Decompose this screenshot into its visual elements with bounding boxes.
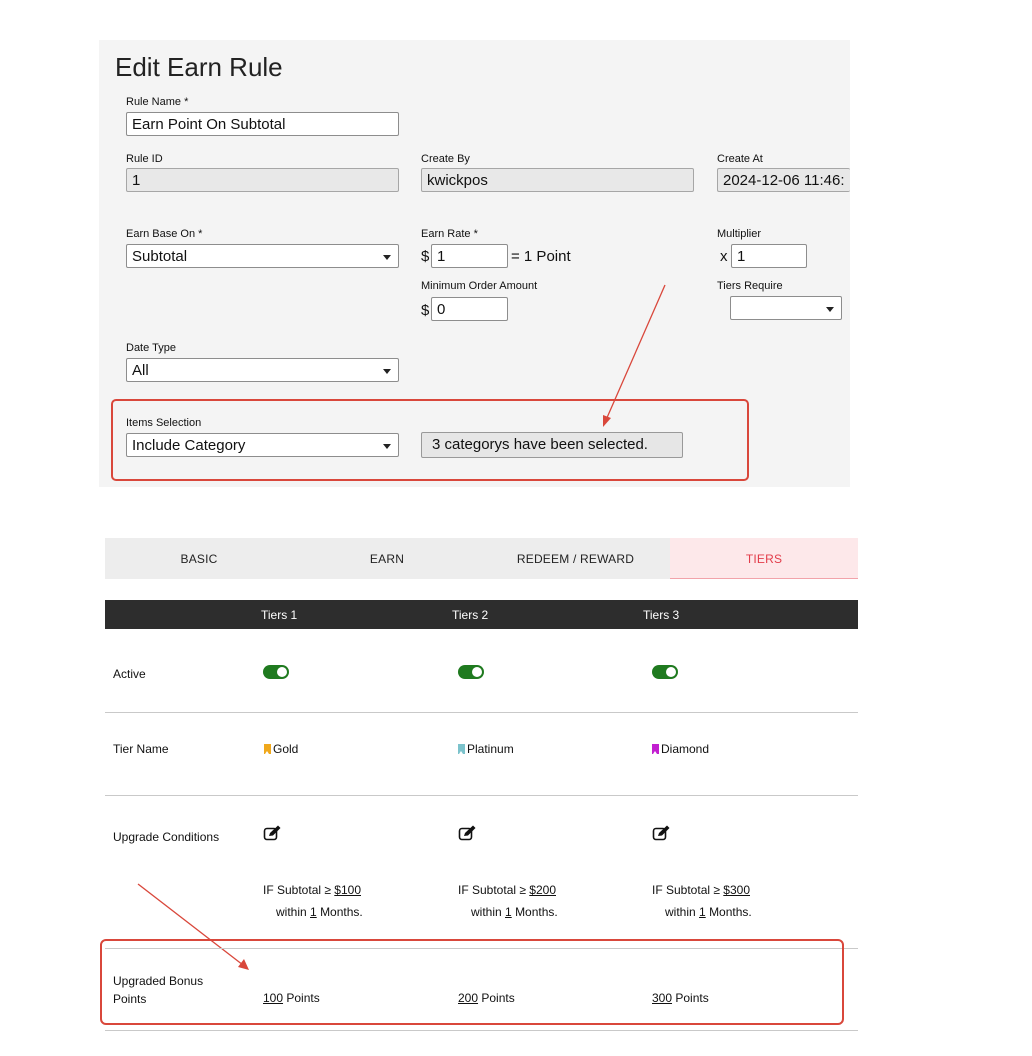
bookmark-icon (458, 744, 465, 754)
within-text: within (471, 905, 502, 919)
tier-1-months-link[interactable]: 1 (310, 905, 317, 919)
tier-2-months-link[interactable]: 1 (505, 905, 512, 919)
tiers-table-header: Tiers 1 Tiers 2 Tiers 3 (105, 600, 858, 629)
tab-earn[interactable]: EARN (293, 538, 481, 579)
header-tier-2: Tiers 2 (452, 608, 489, 622)
tier-2-condition: IF Subtotal ≥ $200 within 1 Months. (458, 879, 558, 923)
tier-3-amount-link[interactable]: $300 (723, 883, 750, 897)
toggle-knob (472, 667, 482, 677)
highlight-box-bonus-points (100, 939, 844, 1025)
months-unit: Months. (515, 905, 558, 919)
row-label-active: Active (113, 667, 146, 681)
tier-3-edit-icon[interactable] (652, 824, 672, 842)
tier-2-amount-link[interactable]: $200 (529, 883, 556, 897)
tier-3-months-link[interactable]: 1 (699, 905, 706, 919)
within-text: within (665, 905, 696, 919)
within-text: within (276, 905, 307, 919)
tier-2-name: Platinum (458, 742, 514, 756)
condition-prefix: IF Subtotal ≥ (458, 883, 526, 897)
tab-basic[interactable]: BASIC (105, 538, 293, 579)
row-label-tier-name: Tier Name (113, 742, 169, 756)
toggle-knob (277, 667, 287, 677)
tab-bar: BASIC EARN REDEEM / REWARD TIERS (105, 538, 858, 579)
bookmark-icon (652, 744, 659, 754)
tier-2-name-text: Platinum (467, 742, 514, 756)
annotation-arrow-top (603, 284, 666, 427)
header-tier-3: Tiers 3 (643, 608, 680, 622)
tier-3-active-toggle[interactable] (652, 665, 678, 679)
row-divider (105, 712, 858, 713)
tab-redeem-reward[interactable]: REDEEM / REWARD (481, 538, 670, 579)
condition-prefix: IF Subtotal ≥ (263, 883, 331, 897)
tier-1-name: Gold (264, 742, 298, 756)
months-unit: Months. (709, 905, 752, 919)
tier-3-name-text: Diamond (661, 742, 710, 756)
tier-1-amount-link[interactable]: $100 (334, 883, 361, 897)
row-divider (105, 1030, 858, 1031)
row-divider (105, 795, 858, 796)
tier-1-condition: IF Subtotal ≥ $100 within 1 Months. (263, 879, 363, 923)
toggle-knob (666, 667, 676, 677)
bookmark-icon (264, 744, 271, 754)
row-label-upgrade-conditions: Upgrade Conditions (113, 830, 220, 844)
tier-1-active-toggle[interactable] (263, 665, 289, 679)
tier-2-edit-icon[interactable] (458, 824, 478, 842)
tier-3-name: Diamond (652, 742, 709, 756)
condition-prefix: IF Subtotal ≥ (652, 883, 720, 897)
header-tier-1: Tiers 1 (261, 608, 298, 622)
months-unit: Months. (320, 905, 363, 919)
tab-tiers[interactable]: TIERS (670, 538, 858, 579)
tier-1-edit-icon[interactable] (263, 824, 283, 842)
tier-3-condition: IF Subtotal ≥ $300 within 1 Months. (652, 879, 752, 923)
tier-2-active-toggle[interactable] (458, 665, 484, 679)
